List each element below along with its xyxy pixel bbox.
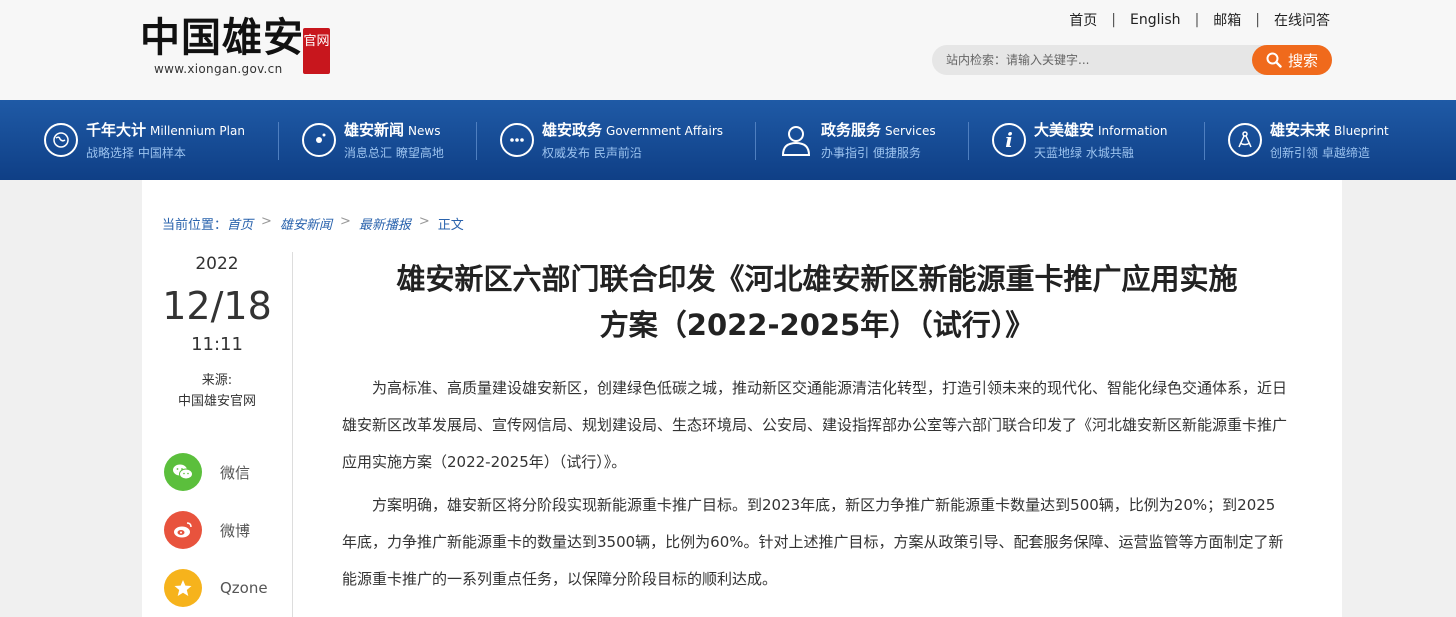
share-wechat-button[interactable]: 微信 <box>164 452 274 492</box>
breadcrumb-news[interactable]: 雄安新闻 <box>280 214 332 233</box>
logo-seal: 官网 <box>303 28 330 74</box>
publish-year: 2022 <box>195 254 239 274</box>
nav-subtitle: 消息总汇 瞭望高地 <box>344 146 444 160</box>
search-icon <box>1266 52 1282 68</box>
top-link-english[interactable]: English <box>1130 12 1181 28</box>
qzone-icon <box>164 569 202 607</box>
top-link-mail[interactable]: 邮箱 <box>1213 10 1241 30</box>
nav-title: 大美雄安 <box>1034 121 1095 139</box>
share-label: 微信 <box>220 463 251 482</box>
nav-item-government-affairs[interactable]: 雄安政务 Government Affairs 权威发布 民声前沿 <box>500 100 723 180</box>
wechat-icon <box>164 453 202 491</box>
info-icon: i <box>992 123 1026 157</box>
chat-icon <box>500 123 534 157</box>
publish-time: 11:11 <box>191 334 243 355</box>
share-label: 微博 <box>220 521 251 540</box>
article-title-line2: 方案（2022-2025年）（试行）》 <box>599 308 1035 342</box>
top-links: 首页 | English | 邮箱 | 在线问答 <box>1069 10 1330 30</box>
divider: | <box>1255 12 1260 28</box>
nav-title: 千年大计 <box>86 121 147 139</box>
nav-divider <box>278 122 279 160</box>
nav-subtitle: 创新引领 卓越缔造 <box>1270 146 1370 160</box>
nav-title-en: Millennium Plan <box>150 124 245 138</box>
share-qzone-button[interactable]: Qzone <box>164 568 274 608</box>
nav-title-en: Services <box>885 124 936 138</box>
content-panel: 当前位置： 首页 > 雄安新闻 > 最新播报 > 正文 2022 12/18 1… <box>142 180 1342 617</box>
top-link-home[interactable]: 首页 <box>1069 10 1097 30</box>
nav-item-services[interactable]: 政务服务 Services 办事指引 便捷服务 <box>779 100 936 180</box>
nav-subtitle: 权威发布 民声前沿 <box>542 146 642 160</box>
breadcrumb: 当前位置： 首页 > 雄安新闻 > 最新播报 > 正文 <box>162 214 464 233</box>
globe-icon <box>44 123 78 157</box>
publish-date: 12/18 <box>162 284 272 328</box>
divider: | <box>1194 12 1200 28</box>
article-meta: 2022 12/18 11:11 来源: 中国雄安官网 <box>142 252 292 409</box>
nav-item-information[interactable]: i 大美雄安 Information 天蓝地绿 水城共融 <box>992 100 1167 180</box>
search-button-label: 搜索 <box>1287 51 1318 70</box>
nav-title: 政务服务 <box>821 121 882 139</box>
user-icon <box>779 123 813 157</box>
nav-title-en: Information <box>1098 124 1168 138</box>
search-button[interactable]: 搜索 <box>1252 45 1332 75</box>
nav-title-en: Government Affairs <box>606 124 724 138</box>
compass-icon <box>1228 123 1262 157</box>
nav-item-millennium-plan[interactable]: 千年大计 Millennium Plan 战略选择 中国样本 <box>44 100 245 180</box>
breadcrumb-latest[interactable]: 最新播报 <box>359 214 411 233</box>
breadcrumb-home[interactable]: 首页 <box>227 214 253 233</box>
share-label: Qzone <box>220 579 268 597</box>
article-title-line1: 雄安新区六部门联合印发《河北雄安新区新能源重卡推广应用实施 <box>396 262 1238 296</box>
article-paragraph: 为高标准、高质量建设雄安新区，创建绿色低碳之城，推动新区交通能源清洁化转型，打造… <box>342 379 1288 471</box>
article-title: 雄安新区六部门联合印发《河北雄安新区新能源重卡推广应用实施 方案（2022-20… <box>332 256 1302 348</box>
breadcrumb-separator: > <box>261 214 272 229</box>
search-box: 搜索 <box>932 45 1332 75</box>
nav-item-news[interactable]: 雄安新闻 News 消息总汇 瞭望高地 <box>302 100 444 180</box>
nav-subtitle: 天蓝地绿 水城共融 <box>1034 146 1134 160</box>
nav-title-en: News <box>408 124 441 138</box>
nav-divider <box>476 122 477 160</box>
site-logo[interactable]: 中国雄安 官网 www.xiongan.gov.cn <box>140 14 340 80</box>
nav-divider <box>1204 122 1205 160</box>
weibo-icon <box>164 511 202 549</box>
source-label: 来源: <box>201 373 233 388</box>
nav-title: 雄安未来 <box>1270 121 1331 139</box>
nav-subtitle: 办事指引 便捷服务 <box>821 146 921 160</box>
breadcrumb-separator: > <box>339 214 351 229</box>
vertical-divider <box>292 252 293 617</box>
divider: | <box>1111 12 1116 28</box>
site-header: 中国雄安 官网 www.xiongan.gov.cn 首页 | English … <box>0 0 1456 100</box>
logo-text: 中国雄安 <box>140 14 304 61</box>
article-body: 为高标准、高质量建设雄安新区，创建绿色低碳之城，推动新区交通能源清洁化转型，打造… <box>342 370 1287 604</box>
breadcrumb-separator: > <box>418 214 430 229</box>
nav-divider <box>755 122 756 160</box>
nav-subtitle: 战略选择 中国样本 <box>86 146 186 160</box>
breadcrumb-label: 当前位置： <box>162 218 228 233</box>
search-input[interactable] <box>946 45 1246 75</box>
news-icon <box>302 123 336 157</box>
nav-title: 雄安新闻 <box>344 121 405 139</box>
nav-item-blueprint[interactable]: 雄安未来 Blueprint 创新引领 卓越缔造 <box>1228 100 1389 180</box>
share-weibo-button[interactable]: 微博 <box>164 510 274 550</box>
article-paragraph: 方案明确，雄安新区将分阶段实现新能源重卡推广目标。到2023年底，新区力争推广新… <box>342 496 1284 588</box>
logo-url: www.xiongan.gov.cn <box>154 62 283 76</box>
nav-title-en: Blueprint <box>1334 124 1389 138</box>
nav-title: 雄安政务 <box>542 121 603 139</box>
nav-divider <box>968 122 969 160</box>
top-link-qa[interactable]: 在线问答 <box>1274 10 1330 30</box>
breadcrumb-current: 正文 <box>437 218 464 233</box>
main-nav: 千年大计 Millennium Plan 战略选择 中国样本 雄安新闻 News 消… <box>0 100 1456 180</box>
source-value: 中国雄安官网 <box>177 394 256 409</box>
